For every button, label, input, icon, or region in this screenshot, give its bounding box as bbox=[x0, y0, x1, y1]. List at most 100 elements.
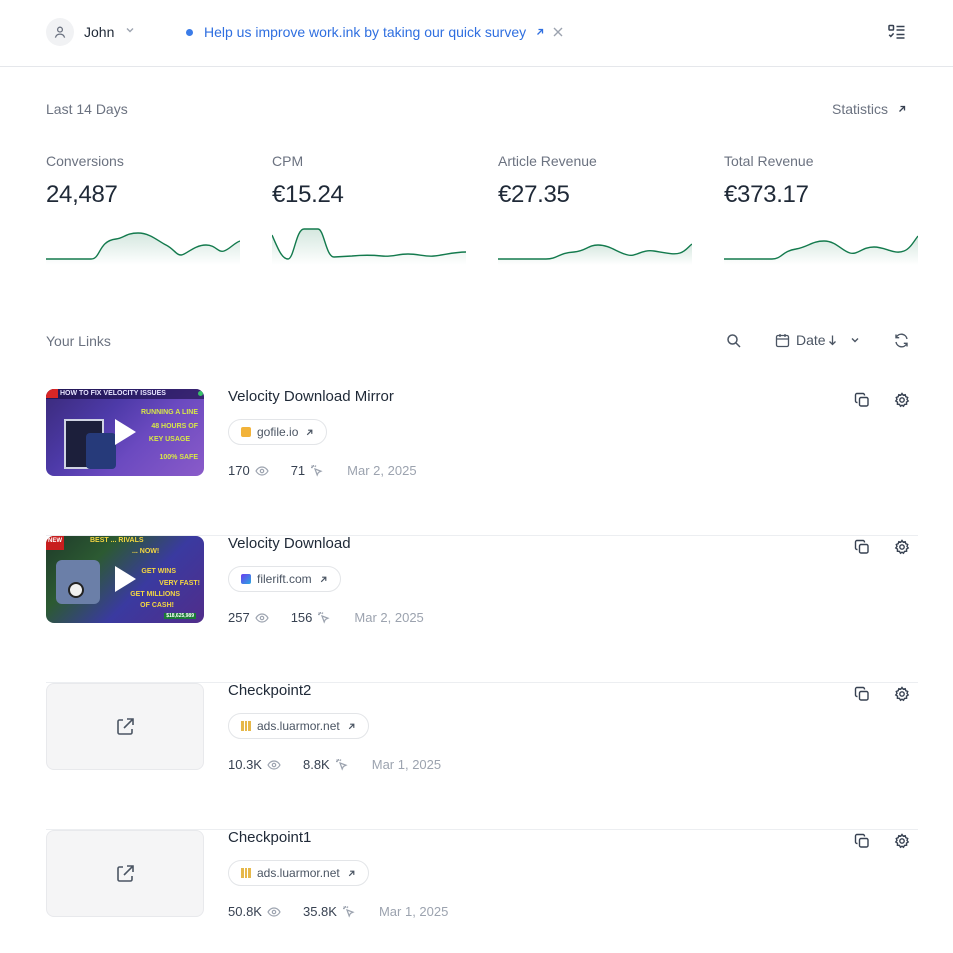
link-stats: 257 156 Mar 2, 2025 bbox=[228, 610, 424, 625]
eye-icon bbox=[255, 465, 269, 476]
video-thumbnail[interactable]: NEW BEST ... RIVALS ... NOW! GET WINS VE… bbox=[46, 536, 204, 623]
metric-label: Article Revenue bbox=[498, 153, 597, 169]
external-arrow-icon bbox=[307, 429, 313, 435]
chevron-down-icon bbox=[851, 338, 859, 343]
filerift-favicon-icon bbox=[241, 574, 251, 584]
thumbnail-caption: RUNNING A LINE bbox=[140, 409, 198, 416]
link-row[interactable]: Checkpoint1 ads.luarmor.net 50.8K 35.8K … bbox=[46, 829, 918, 953]
domain-badge[interactable]: ads.luarmor.net bbox=[228, 713, 369, 739]
copy-icon[interactable] bbox=[854, 686, 870, 702]
arrow-down-icon bbox=[828, 335, 836, 346]
survey-link[interactable]: Help us improve work.ink by taking our q… bbox=[204, 24, 526, 40]
clicks-stat: 71 bbox=[291, 463, 323, 478]
link-date: Mar 1, 2025 bbox=[378, 904, 449, 919]
link-row[interactable]: HOW TO FIX VELOCITY ISSUES RUNNING A LIN… bbox=[46, 388, 918, 536]
metric-label: Total Revenue bbox=[724, 153, 814, 169]
luarmor-favicon-icon bbox=[241, 721, 251, 731]
top-bar: John Help us improve work.ink by taking … bbox=[0, 0, 953, 67]
luarmor-favicon-icon bbox=[241, 868, 251, 878]
domain-label: ads.luarmor.net bbox=[257, 866, 340, 880]
click-icon bbox=[335, 759, 348, 771]
thumbnail-caption: OF CASH! bbox=[140, 602, 174, 609]
thumbnail-caption: 100% SAFE bbox=[159, 454, 198, 461]
external-arrow-icon bbox=[899, 105, 906, 112]
external-link-icon bbox=[117, 864, 134, 882]
thumbnail-caption: 48 HOURS OF bbox=[151, 423, 198, 430]
sparkline bbox=[46, 232, 240, 265]
link-title[interactable]: Velocity Download bbox=[228, 535, 351, 552]
link-title[interactable]: Velocity Download Mirror bbox=[228, 388, 394, 405]
period-label: Last 14 Days bbox=[46, 101, 128, 117]
external-arrow-icon bbox=[348, 723, 355, 729]
thumbnail-caption: KEY USAGE bbox=[148, 436, 190, 443]
link-stats: 170 71 Mar 2, 2025 bbox=[228, 463, 417, 478]
link-stats: 10.3K 8.8K Mar 1, 2025 bbox=[228, 757, 441, 772]
video-thumbnail[interactable]: HOW TO FIX VELOCITY ISSUES RUNNING A LIN… bbox=[46, 389, 204, 476]
thumbnail-caption: GET WINS bbox=[141, 568, 176, 575]
thumbnail-caption: NEW bbox=[48, 538, 62, 544]
link-thumbnail-placeholder[interactable] bbox=[46, 683, 204, 770]
clicks-stat: 156 bbox=[291, 610, 331, 625]
links-section-title: Your Links bbox=[46, 333, 111, 349]
clicks-count: 156 bbox=[290, 610, 313, 625]
sort-label: Date bbox=[796, 332, 826, 348]
link-title[interactable]: Checkpoint2 bbox=[228, 682, 311, 699]
link-stats: 50.8K 35.8K Mar 1, 2025 bbox=[228, 904, 448, 919]
link-row[interactable]: Checkpoint2 ads.luarmor.net 10.3K 8.8K M… bbox=[46, 682, 918, 830]
copy-icon[interactable] bbox=[854, 392, 870, 408]
gear-icon[interactable] bbox=[894, 686, 910, 702]
sparkline bbox=[724, 235, 918, 265]
gear-icon[interactable] bbox=[894, 392, 910, 408]
play-icon[interactable] bbox=[112, 564, 138, 594]
close-icon[interactable] bbox=[551, 25, 565, 39]
clicks-stat: 8.8K bbox=[303, 757, 348, 772]
copy-icon[interactable] bbox=[854, 539, 870, 555]
domain-label: gofile.io bbox=[257, 425, 299, 439]
eye-icon bbox=[255, 612, 269, 623]
external-arrow-icon bbox=[537, 28, 544, 35]
metric-cpm: CPM €15.24 bbox=[272, 153, 466, 265]
metric-label: Conversions bbox=[46, 153, 124, 169]
external-link-icon bbox=[117, 717, 134, 735]
survey-dot bbox=[186, 28, 193, 36]
domain-badge[interactable]: filerift.com bbox=[228, 566, 341, 592]
views-count: 10.3K bbox=[228, 757, 262, 772]
metric-article-revenue: Article Revenue €27.35 bbox=[498, 153, 692, 265]
eye-icon bbox=[267, 759, 281, 770]
link-date: Mar 2, 2025 bbox=[347, 463, 417, 478]
views-stat: 50.8K bbox=[228, 904, 281, 919]
domain-badge[interactable]: ads.luarmor.net bbox=[228, 860, 369, 886]
thumbnail-caption: HOW TO FIX VELOCITY ISSUES bbox=[60, 390, 166, 397]
gear-icon[interactable] bbox=[894, 833, 910, 849]
domain-badge[interactable]: gofile.io bbox=[228, 419, 328, 445]
clicks-count: 8.8K bbox=[302, 757, 330, 772]
statistics-link-label: Statistics bbox=[831, 101, 888, 117]
copy-icon[interactable] bbox=[854, 833, 870, 849]
views-count: 257 bbox=[228, 610, 250, 625]
thumbnail-caption: BEST ... RIVALS bbox=[90, 537, 144, 544]
click-icon bbox=[342, 906, 355, 918]
user-avatar[interactable] bbox=[46, 18, 74, 46]
metric-value: 24,487 bbox=[46, 181, 118, 208]
clicks-count: 71 bbox=[290, 463, 306, 478]
user-name[interactable]: John bbox=[84, 24, 114, 40]
refresh-icon[interactable] bbox=[893, 332, 910, 349]
domain-label: filerift.com bbox=[257, 572, 312, 586]
calendar-icon bbox=[775, 333, 790, 347]
statistics-link[interactable]: Statistics bbox=[832, 101, 908, 117]
date-sort-dropdown[interactable]: Date bbox=[775, 332, 861, 348]
metric-value: €15.24 bbox=[272, 181, 344, 208]
checklist-menu-icon[interactable] bbox=[887, 23, 907, 41]
gear-icon[interactable] bbox=[894, 539, 910, 555]
link-title[interactable]: Checkpoint1 bbox=[228, 829, 311, 846]
views-stat: 170 bbox=[228, 463, 269, 478]
sparkline bbox=[272, 228, 466, 265]
external-arrow-icon bbox=[320, 576, 327, 582]
survey-banner[interactable]: Help us improve work.ink by taking our q… bbox=[186, 24, 546, 40]
views-count: 50.8K bbox=[228, 904, 262, 919]
link-row[interactable]: NEW BEST ... RIVALS ... NOW! GET WINS VE… bbox=[46, 535, 918, 683]
play-icon[interactable] bbox=[112, 417, 138, 447]
chevron-down-icon[interactable] bbox=[124, 24, 136, 36]
search-icon[interactable] bbox=[726, 333, 742, 349]
link-thumbnail-placeholder[interactable] bbox=[46, 830, 204, 917]
